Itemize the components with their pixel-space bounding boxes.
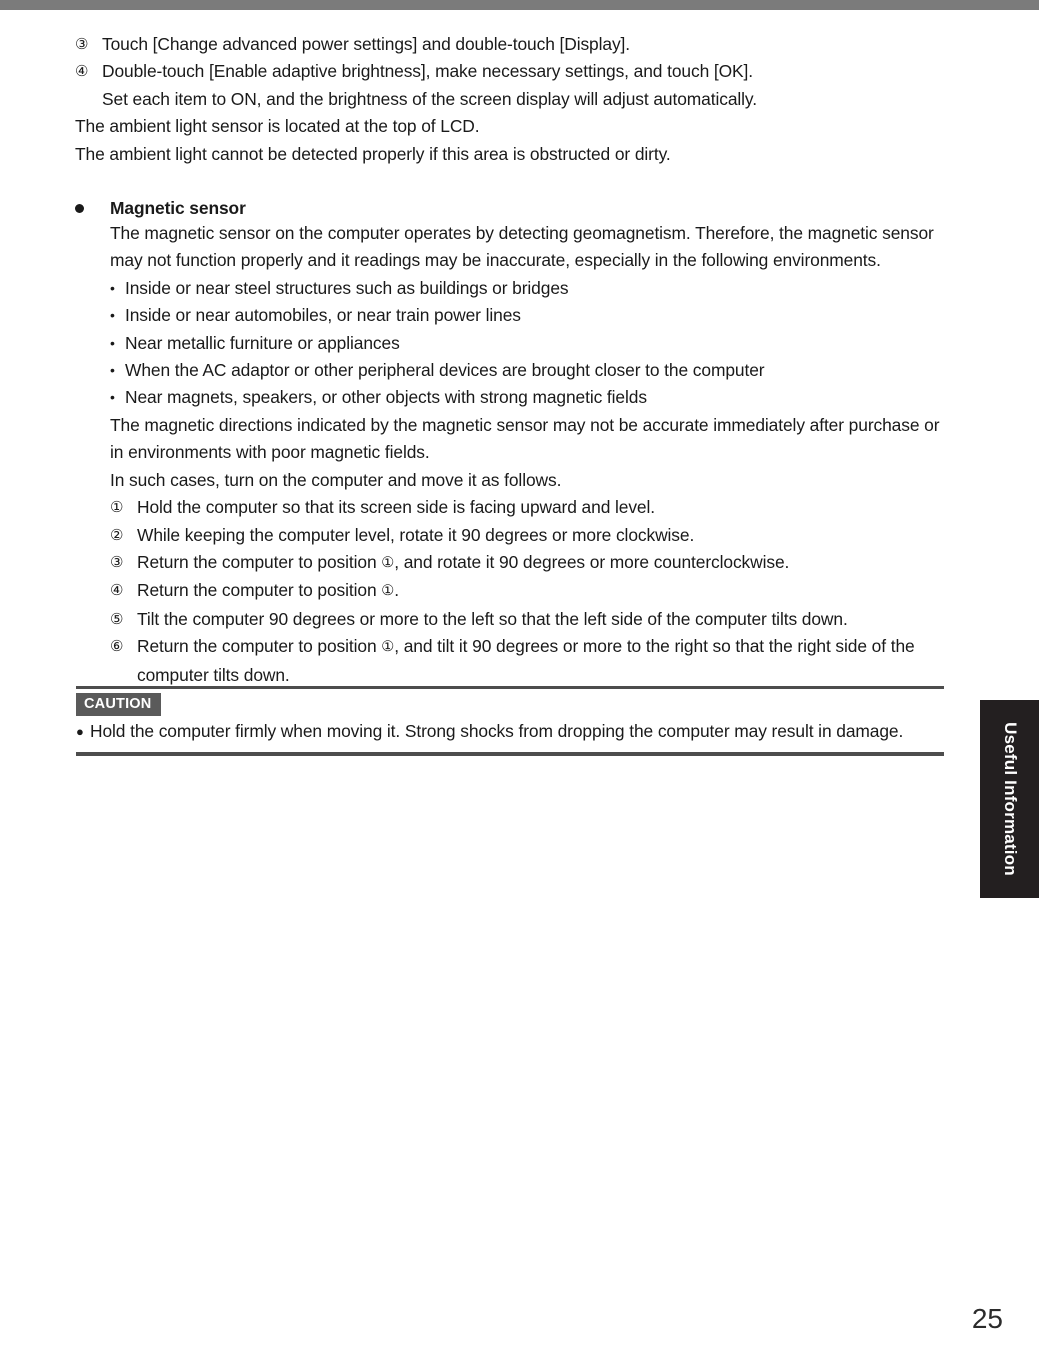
- intro-step-4-continuation: Set each item to ON, and the brightness …: [102, 88, 757, 109]
- magnetic-step-2: ② While keeping the computer level, rota…: [110, 522, 941, 549]
- magnetic-paragraph-3: In such cases, turn on the computer and …: [110, 469, 562, 490]
- section-body: The magnetic sensor on the computer oper…: [110, 220, 941, 689]
- magnetic-step-3-text: Return the computer to position ①, and r…: [137, 551, 790, 572]
- magnetic-environment-list: • Inside or near steel structures such a…: [110, 275, 941, 412]
- list-item-label: Hold the computer firmly when moving it.…: [90, 721, 904, 741]
- circled-number-5-icon: ⑤: [110, 610, 124, 628]
- magnetic-step-1: ① Hold the computer so that its screen s…: [110, 494, 941, 521]
- dot-bullet-icon: •: [110, 279, 115, 296]
- intro-line-2: The ambient light cannot be detected pro…: [75, 143, 671, 164]
- circled-number-1-icon: ①: [110, 499, 124, 517]
- magnetic-paragraph-1: The magnetic sensor on the computer oper…: [110, 223, 934, 271]
- intro-step-3: ③ Touch [Change advanced power settings]…: [75, 31, 941, 58]
- page-content: ③ Touch [Change advanced power settings]…: [75, 31, 941, 689]
- magnetic-step-2-text: While keeping the computer level, rotate…: [137, 524, 695, 545]
- list-item: • When the AC adaptor or other periphera…: [110, 357, 941, 384]
- section-heading-row: Magnetic sensor: [75, 196, 941, 220]
- magnetic-step-1-text: Hold the computer so that its screen sid…: [137, 497, 655, 518]
- intro-step-4-text: Double-touch [Enable adaptive brightness…: [102, 61, 753, 82]
- list-item: • Near magnets, speakers, or other objec…: [110, 384, 941, 411]
- magnetic-step-5-text: Tilt the computer 90 degrees or more to …: [137, 608, 848, 629]
- section-magnetic-sensor: Magnetic sensor The magnetic sensor on t…: [75, 196, 941, 689]
- dot-bullet-icon: •: [110, 307, 115, 324]
- intro-line-1: The ambient light sensor is located at t…: [75, 116, 480, 137]
- intro-step-4: ④ Double-touch [Enable adaptive brightne…: [75, 58, 941, 85]
- caution-box: CAUTION ● Hold the computer firmly when …: [76, 686, 944, 757]
- dot-bullet-icon: ●: [76, 724, 84, 739]
- side-index-tab-label: Useful Information: [1000, 722, 1020, 876]
- magnetic-paragraph-2: The magnetic directions indicated by the…: [110, 414, 940, 463]
- magnetic-step-4: ④ Return the computer to position ①.: [110, 577, 941, 605]
- list-item-label: Inside or near automobiles, or near trai…: [125, 305, 521, 326]
- caution-item-list: ● Hold the computer firmly when moving i…: [76, 718, 944, 745]
- intro-step-3-text: Touch [Change advanced power settings] a…: [102, 34, 631, 54]
- section-title-magnetic-sensor: Magnetic sensor: [110, 198, 246, 219]
- circled-number-4-icon: ④: [110, 582, 124, 600]
- inline-circled-number-1-icon: ①: [381, 554, 395, 571]
- caution-bottom-rule: [76, 752, 944, 757]
- list-item-label: Near metallic furniture or appliances: [125, 332, 400, 353]
- dot-bullet-icon: •: [110, 334, 115, 351]
- document-page: ③ Touch [Change advanced power settings]…: [0, 10, 1039, 1360]
- inline-circled-number-1-icon: ①: [381, 639, 395, 656]
- circled-number-3-icon: ③: [110, 553, 124, 571]
- dot-bullet-icon: •: [110, 389, 115, 406]
- list-item: • Near metallic furniture or appliances: [110, 330, 941, 357]
- magnetic-step-4-text: Return the computer to position ①.: [137, 580, 399, 601]
- list-item: • Inside or near steel structures such a…: [110, 275, 941, 302]
- list-item-label: When the AC adaptor or other peripheral …: [125, 360, 765, 381]
- circled-number-6-icon: ⑥: [110, 638, 124, 656]
- magnetic-step-3: ③ Return the computer to position ①, and…: [110, 549, 941, 577]
- magnetic-step-5: ⑤ Tilt the computer 90 degrees or more t…: [110, 606, 941, 633]
- page-number: 25: [971, 1303, 1003, 1334]
- caution-top-rule: [76, 686, 944, 689]
- list-item: • Inside or near automobiles, or near tr…: [110, 302, 941, 329]
- list-item: ● Hold the computer firmly when moving i…: [76, 718, 944, 745]
- circled-number-2-icon: ②: [110, 526, 124, 544]
- dot-bullet-icon: •: [110, 362, 115, 379]
- caution-label-badge: CAUTION: [76, 693, 162, 716]
- inline-circled-number-1-icon: ①: [381, 583, 395, 600]
- list-item-label: Inside or near steel structures such as …: [125, 277, 569, 298]
- circled-number-4-icon: ④: [75, 63, 89, 81]
- side-index-tab: Useful Information: [980, 700, 1039, 898]
- magnetic-step-6-text: Return the computer to position ①, and t…: [137, 636, 915, 685]
- list-item-label: Near magnets, speakers, or other objects…: [125, 387, 647, 408]
- magnetic-step-6: ⑥ Return the computer to position ①, and…: [110, 633, 941, 689]
- circled-number-3-icon: ③: [75, 36, 89, 53]
- top-gray-band: [0, 0, 1039, 10]
- filled-circle-bullet-icon: [75, 196, 110, 214]
